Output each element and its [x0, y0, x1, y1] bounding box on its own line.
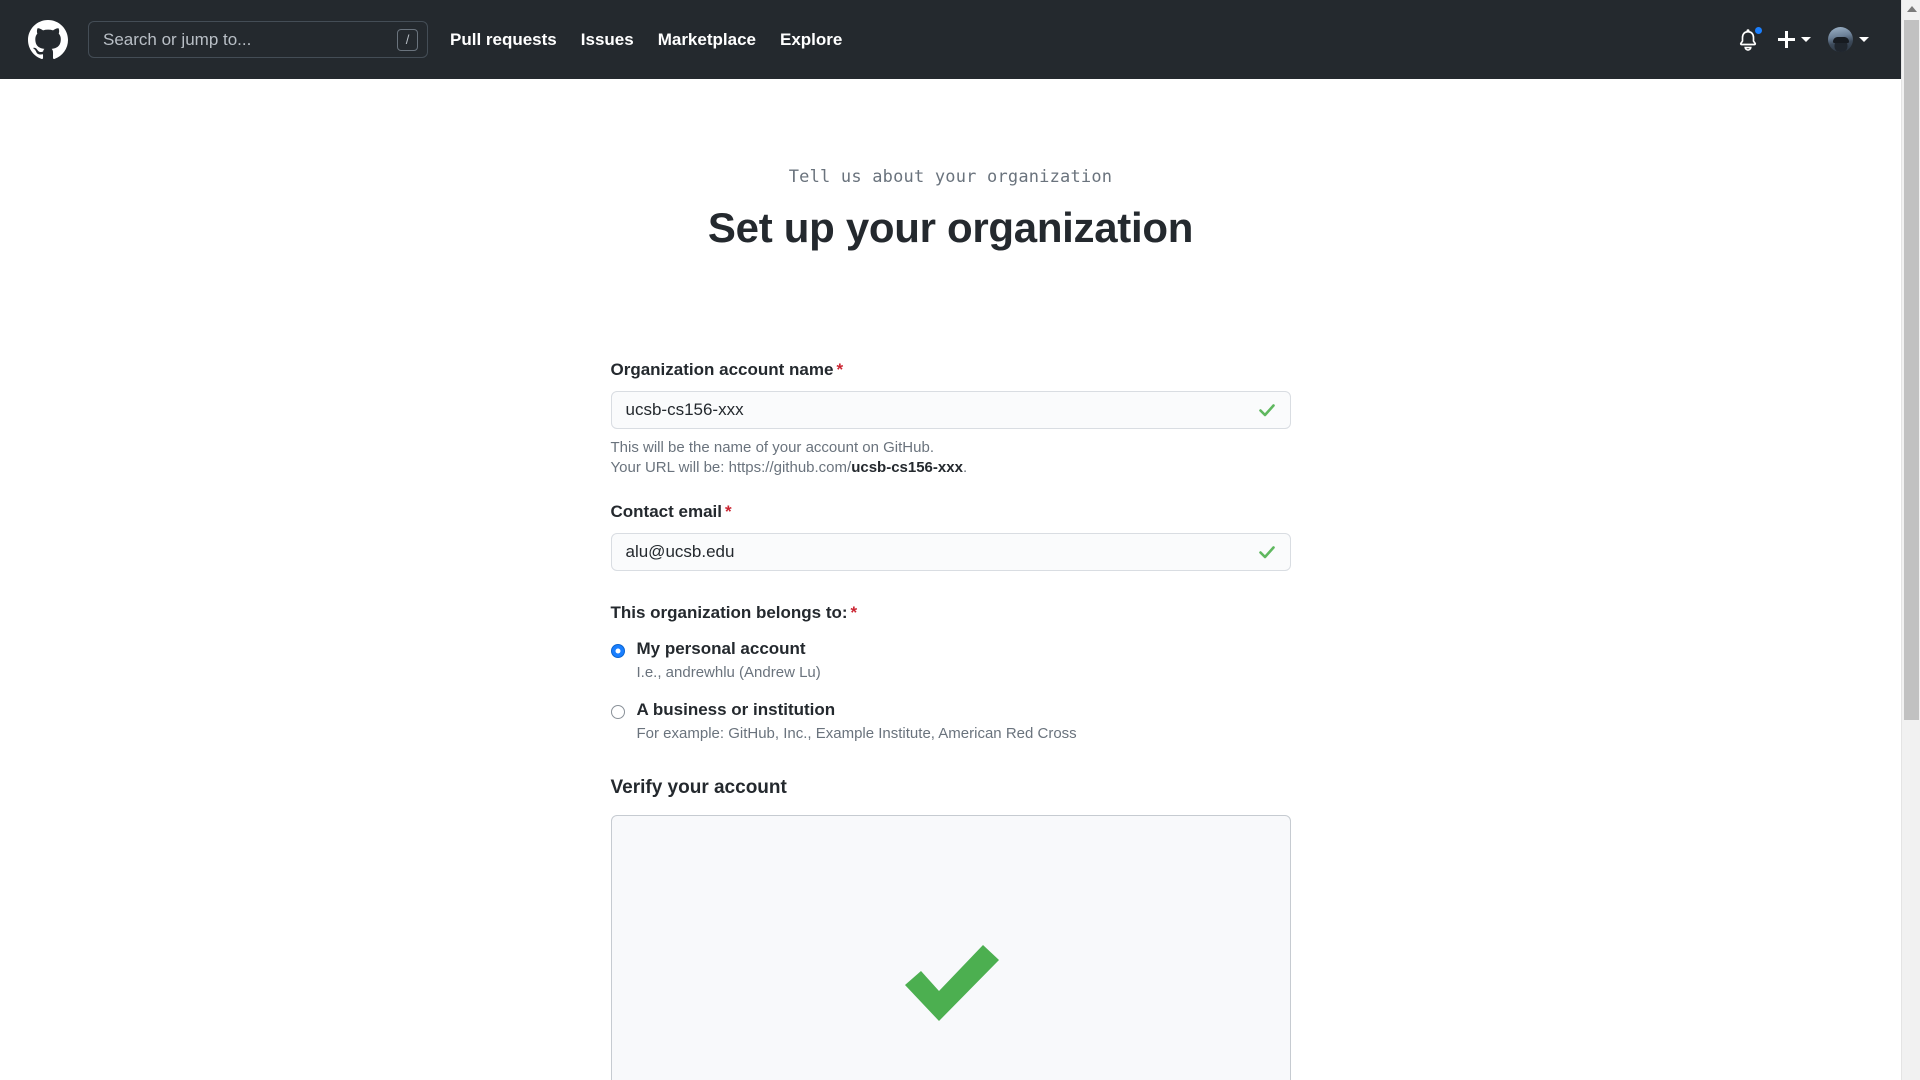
- radio-option-personal-account[interactable]: My personal account I.e., andrewhlu (And…: [610, 638, 1291, 682]
- account-menu-button[interactable]: [1828, 27, 1869, 52]
- required-marker: *: [836, 360, 844, 380]
- github-logo-icon[interactable]: [28, 19, 68, 60]
- required-marker: *: [850, 602, 858, 622]
- radio-button-unselected[interactable]: [610, 704, 625, 719]
- notification-unread-dot: [1753, 24, 1764, 36]
- search-placeholder: Search or jump to...: [103, 31, 252, 48]
- radio-label-personal-account: My personal account: [636, 638, 806, 658]
- radio-label-business: A business or institution: [636, 699, 836, 719]
- search-shortcut-key: /: [397, 28, 418, 51]
- nav-item-marketplace[interactable]: Marketplace: [658, 30, 756, 50]
- contact-email-input[interactable]: [610, 532, 1291, 571]
- org-url-slug: ucsb-cs156-xxx: [851, 458, 963, 476]
- required-marker: *: [724, 501, 732, 521]
- notifications-button[interactable]: [1737, 24, 1764, 53]
- scroll-up-arrow-icon[interactable]: [1902, 0, 1920, 18]
- browser-page: Search or jump to... / Pull requests Iss…: [0, 0, 1920, 1080]
- chevron-down-icon: [1859, 37, 1869, 42]
- vertical-scrollbar[interactable]: [1901, 0, 1920, 1080]
- page-viewport: Search or jump to... / Pull requests Iss…: [0, 0, 1901, 1080]
- create-new-button[interactable]: [1778, 31, 1811, 48]
- search-input[interactable]: Search or jump to... /: [88, 21, 428, 58]
- main-content: Tell us about your organization Set up y…: [0, 167, 1901, 1080]
- scrollbar-thumb[interactable]: [1904, 20, 1919, 720]
- contact-email-label-text: Contact email: [610, 501, 722, 521]
- radio-description-personal-account: I.e., andrewhlu (Andrew Lu): [636, 663, 821, 681]
- contact-email-label: Contact email *: [611, 502, 1291, 522]
- belongs-to-legend-text: This organization belongs to:: [610, 602, 848, 622]
- primary-nav: Pull requests Issues Marketplace Explore: [450, 30, 842, 50]
- plus-icon: [1778, 31, 1795, 48]
- org-name-input[interactable]: [610, 391, 1291, 430]
- org-name-label: Organization account name *: [611, 360, 1291, 380]
- org-name-help-line-1: This will be the name of your account on…: [610, 439, 935, 457]
- org-name-help: This will be the name of your account on…: [611, 438, 1291, 478]
- avatar: [1828, 27, 1853, 52]
- org-url-prefix: Your URL will be: https://github.com/: [610, 458, 852, 476]
- nav-item-pull-requests[interactable]: Pull requests: [450, 30, 557, 50]
- verify-account-box: [610, 814, 1291, 1080]
- radio-option-business[interactable]: A business or institution For example: G…: [610, 699, 1291, 743]
- contact-email-input-row: [610, 532, 1291, 571]
- organization-setup-form: Organization account name* This will be …: [610, 280, 1291, 1080]
- chevron-down-icon: [1801, 37, 1811, 42]
- green-checkmark-icon: [895, 935, 1007, 1025]
- org-url-suffix: .: [962, 458, 968, 476]
- verify-account-heading: Verify your account: [610, 776, 787, 798]
- nav-item-explore[interactable]: Explore: [780, 30, 842, 50]
- radio-description-business: For example: GitHub, Inc., Example Insti…: [636, 724, 1077, 742]
- page-subtitle: Tell us about your organization: [788, 167, 1113, 187]
- nav-item-issues[interactable]: Issues: [581, 30, 634, 50]
- page-title: Set up your organization: [707, 204, 1194, 251]
- belongs-to-legend: This organization belongs to: *: [611, 603, 1291, 623]
- global-header: Search or jump to... / Pull requests Iss…: [0, 0, 1901, 79]
- radio-button-selected[interactable]: [610, 643, 625, 658]
- org-name-input-row: [610, 391, 1291, 430]
- org-name-label-text: Organization account name: [610, 360, 834, 380]
- org-name-help-line-2: Your URL will be: https://github.com/ucs…: [611, 458, 1291, 478]
- header-actions: [1737, 24, 1877, 53]
